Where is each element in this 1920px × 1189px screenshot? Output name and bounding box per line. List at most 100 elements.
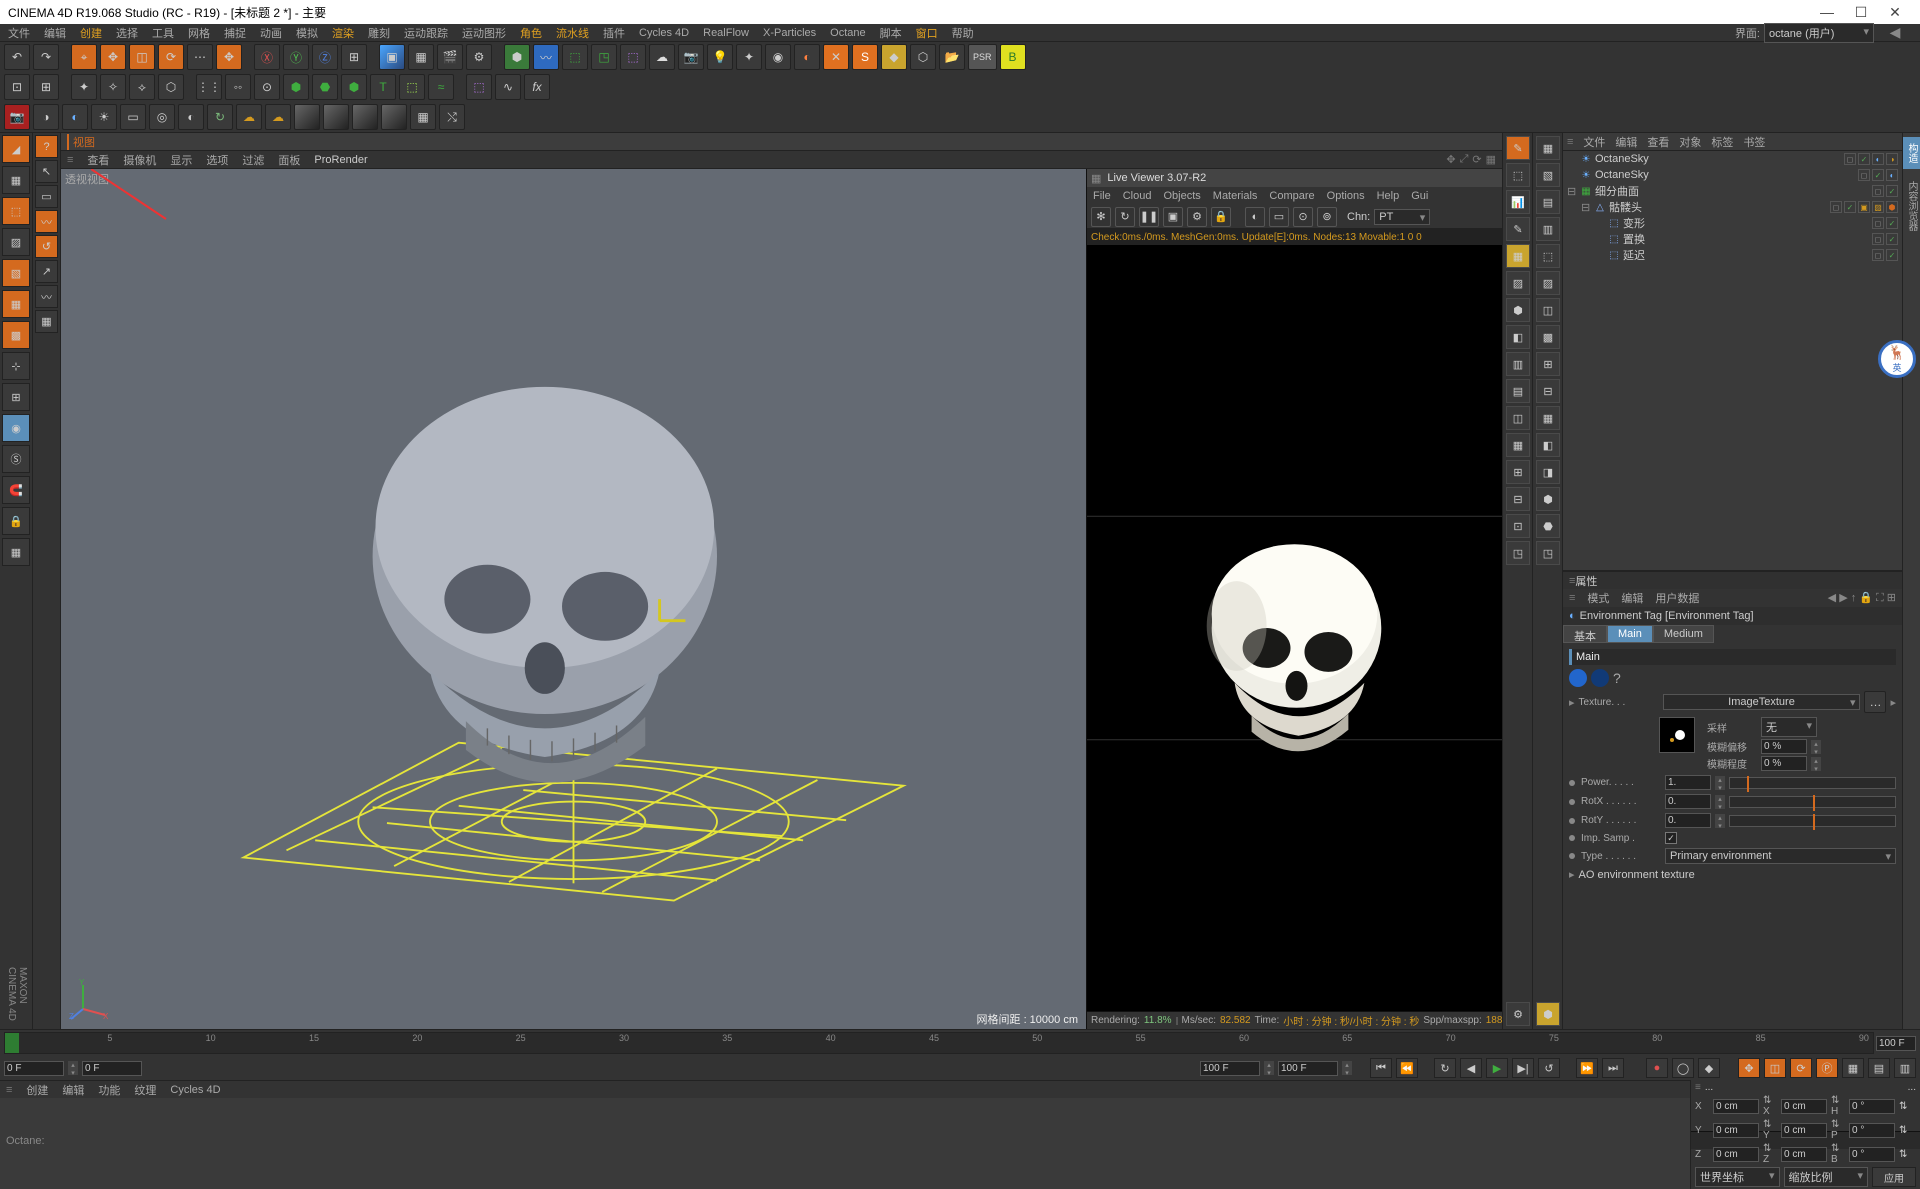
impsamp-checkbox[interactable]: ✓ xyxy=(1665,832,1677,844)
fx-button[interactable]: fx xyxy=(524,74,550,100)
vp-orbit-icon[interactable]: ⟳ xyxy=(1472,153,1481,166)
add-emitter-button[interactable]: ✦ xyxy=(736,44,762,70)
object-row[interactable]: ⬚置换◻✓ xyxy=(1563,231,1902,247)
key-rot-button[interactable]: ⟳ xyxy=(1790,1058,1812,1078)
rt-b-1[interactable]: ▦ xyxy=(1536,136,1560,160)
tag-hdr[interactable]: ◑ xyxy=(1886,153,1898,165)
locked-tool[interactable]: ✥ xyxy=(216,44,242,70)
menu-select[interactable]: 选择 xyxy=(116,25,138,41)
tracer-button[interactable]: ⬚ xyxy=(399,74,425,100)
viewport-tab[interactable]: 视图 xyxy=(67,134,95,150)
coord-system-dropdown[interactable]: 世界坐标 xyxy=(1695,1167,1780,1187)
power-spinner[interactable]: ▴▾ xyxy=(1715,776,1725,790)
side-tab-structure[interactable]: 构造 xyxy=(1903,137,1920,169)
mat-menu-create[interactable]: 创建 xyxy=(26,1082,48,1098)
rt-a-10[interactable]: ▤ xyxy=(1506,379,1530,403)
menu-mesh[interactable]: 网格 xyxy=(188,25,210,41)
plugin-tool-2[interactable]: S xyxy=(852,44,878,70)
menu-plugins[interactable]: 插件 xyxy=(603,25,625,41)
lv-menu-help[interactable]: Help xyxy=(1377,190,1400,202)
menu-file[interactable]: 文件 xyxy=(8,25,30,41)
plugin-tool-4[interactable]: ⬡ xyxy=(910,44,936,70)
attr-menu-edit[interactable]: 编辑 xyxy=(1621,590,1643,606)
octane-sun-button[interactable]: ☀ xyxy=(91,104,117,130)
redo-button[interactable]: ↷ xyxy=(33,44,59,70)
coord-menu-a[interactable]: ... xyxy=(1705,1082,1713,1093)
rt-b-16[interactable]: ◳ xyxy=(1536,541,1560,565)
play-back-button[interactable]: ◀ xyxy=(1460,1058,1482,1078)
sample-dropdown[interactable]: 无 xyxy=(1761,717,1817,737)
rt-a-9[interactable]: ▥ xyxy=(1506,352,1530,376)
power-slider[interactable] xyxy=(1729,777,1896,789)
rt-a-gear[interactable]: ⚙ xyxy=(1506,1002,1530,1026)
rotx-slider[interactable] xyxy=(1729,796,1896,808)
rt-a-15[interactable]: ⊡ xyxy=(1506,514,1530,538)
menu-snap[interactable]: 捕捉 xyxy=(224,25,246,41)
attr-tab-basic[interactable]: 基本 xyxy=(1563,625,1607,643)
mesh-tool-3[interactable]: ⟡ xyxy=(129,74,155,100)
menubar-collapse[interactable]: ◀ xyxy=(1878,24,1912,41)
octane-node-button[interactable]: ▦ xyxy=(410,104,436,130)
menu-simulate[interactable]: 模拟 xyxy=(296,25,318,41)
rt-a-6[interactable]: ▨ xyxy=(1506,271,1530,295)
tag-vis[interactable]: ◻ xyxy=(1872,233,1884,245)
mospline-button[interactable]: ≈ xyxy=(428,74,454,100)
tag-vis[interactable]: ◻ xyxy=(1872,185,1884,197)
key-param-button[interactable]: Ⓟ xyxy=(1816,1058,1838,1078)
scale-tool[interactable]: ◫ xyxy=(129,44,155,70)
menu-script[interactable]: 脚本 xyxy=(880,25,902,41)
mat-menu-cycles4d[interactable]: Cycles 4D xyxy=(170,1084,220,1096)
menu-animate[interactable]: 动画 xyxy=(260,25,282,41)
cursor-tool[interactable]: ↖ xyxy=(35,160,58,183)
viewport-solo[interactable]: ◉ xyxy=(2,414,30,442)
vp-menu-filter[interactable]: 过滤 xyxy=(242,152,264,168)
object-name[interactable]: 骷髅头 xyxy=(1607,199,1830,215)
axis-mode[interactable]: ⊹ xyxy=(2,352,30,380)
add-field-button[interactable]: ◉ xyxy=(765,44,791,70)
undo-button[interactable]: ↶ xyxy=(4,44,30,70)
rot-b-input[interactable] xyxy=(1849,1147,1895,1162)
object-name[interactable]: 延迟 xyxy=(1621,247,1872,263)
lv-menu-compare[interactable]: Compare xyxy=(1269,190,1314,202)
lv-region-button[interactable]: ▣ xyxy=(1163,207,1183,227)
object-name[interactable]: 细分曲面 xyxy=(1593,183,1872,199)
rotx-input[interactable] xyxy=(1665,794,1711,809)
dock-icon[interactable]: ▦ xyxy=(1091,172,1101,185)
goto-key-next-button[interactable]: ⏩ xyxy=(1576,1058,1598,1078)
step-loop-button[interactable]: ↺ xyxy=(1538,1058,1560,1078)
step-forward-button[interactable]: ▶| xyxy=(1512,1058,1534,1078)
key-opt-button[interactable]: ▥ xyxy=(1894,1058,1916,1078)
attr-menu-userdata[interactable]: 用户数据 xyxy=(1655,590,1699,606)
cloner-button[interactable]: ⬢ xyxy=(283,74,309,100)
render-settings-button[interactable]: ⚙ xyxy=(466,44,492,70)
lv-menu-materials[interactable]: Materials xyxy=(1213,190,1258,202)
mesh-tool-4[interactable]: ⬡ xyxy=(158,74,184,100)
mesh-tool-1[interactable]: ✦ xyxy=(71,74,97,100)
object-mode[interactable]: ⬚ xyxy=(2,197,30,225)
object-manager[interactable]: ☀OctaneSky◻✓◐◑☀OctaneSky◻✓◐⊟▦细分曲面◻✓⊟△骷髅头… xyxy=(1563,151,1902,571)
object-row[interactable]: ☀OctaneSky◻✓◐ xyxy=(1563,167,1902,183)
key-anim-button[interactable]: ▤ xyxy=(1868,1058,1890,1078)
tag-phong[interactable]: ▣ xyxy=(1858,201,1870,213)
edge-mode[interactable]: ▦ xyxy=(2,290,30,318)
rt-b-7[interactable]: ◫ xyxy=(1536,298,1560,322)
lv-render-view[interactable] xyxy=(1087,245,1502,1011)
rot-h-input[interactable] xyxy=(1849,1099,1895,1114)
texture-clear-button[interactable]: … xyxy=(1864,691,1886,713)
om-tab-bookmarks[interactable]: 书签 xyxy=(1743,134,1765,150)
octane-tool-2[interactable]: ◑ xyxy=(33,104,59,130)
octane-target-button[interactable]: ◎ xyxy=(149,104,175,130)
rt-a-7[interactable]: ⬢ xyxy=(1506,298,1530,322)
material-manager[interactable] xyxy=(0,1098,1690,1189)
coord-z-input[interactable] xyxy=(1713,1147,1759,1162)
rt-b-10[interactable]: ⊟ xyxy=(1536,379,1560,403)
motext-button[interactable]: T xyxy=(370,74,396,100)
menu-xparticles[interactable]: X-Particles xyxy=(763,27,816,39)
goto-key-prev-button[interactable]: ⏪ xyxy=(1396,1058,1418,1078)
coord-x-input[interactable] xyxy=(1713,1099,1759,1114)
voronoi-button[interactable]: ⬢ xyxy=(341,74,367,100)
tag-sel[interactable]: ✓ xyxy=(1872,169,1884,181)
om-tab-edit[interactable]: 编辑 xyxy=(1615,134,1637,150)
menu-help[interactable]: 帮助 xyxy=(952,25,974,41)
mat-menu-edit[interactable]: 编辑 xyxy=(62,1082,84,1098)
